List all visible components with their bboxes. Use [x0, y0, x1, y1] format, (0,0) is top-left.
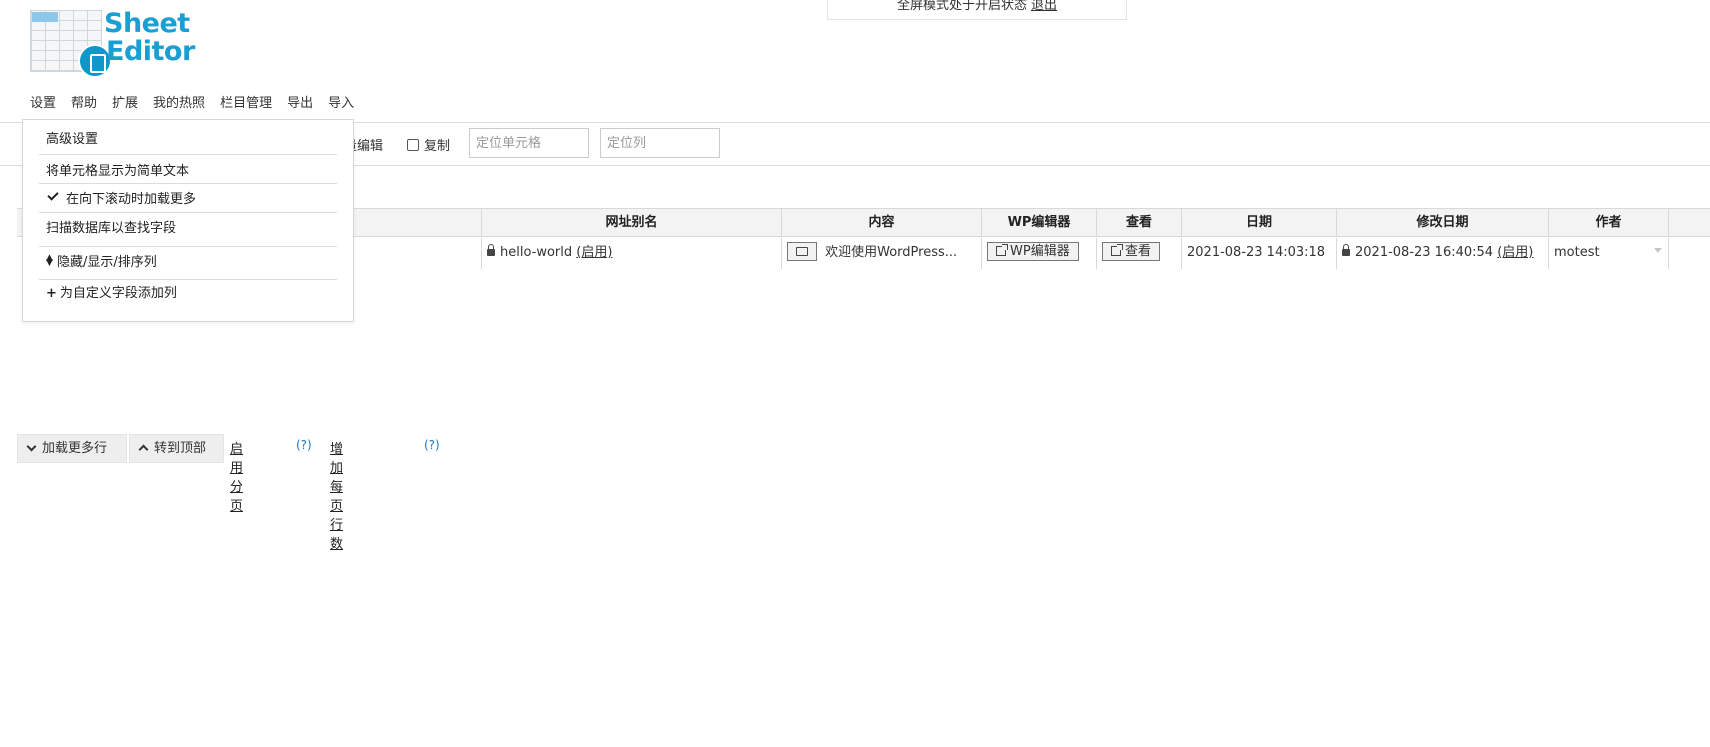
edit-icon — [796, 247, 808, 256]
content-preview: 欢迎使用WordPress... — [825, 245, 958, 260]
column-header-date[interactable]: 日期 — [1182, 209, 1337, 236]
wp-editor-button[interactable]: WP编辑器 — [987, 242, 1079, 261]
menu-extensions[interactable]: 扩展 — [112, 96, 138, 116]
menu-export[interactable]: 导出 — [287, 96, 313, 116]
dropdown-item-hide-show-sort-columns[interactable]: ▲ ▼ 隐藏/显示/排序列 — [46, 253, 336, 271]
dropdown-item-load-more-on-scroll[interactable]: 在向下滚动时加载更多 — [46, 189, 336, 208]
dropdown-item-scan-database[interactable]: 扫描数据库以查找字段 — [46, 221, 336, 237]
go-to-top-button[interactable]: 转到顶部 — [129, 434, 224, 463]
wp-editor-cell: WP编辑器 — [982, 238, 1097, 269]
menu-column-manager[interactable]: 栏目管理 — [220, 96, 272, 116]
dropdown-divider — [39, 279, 337, 280]
column-header-view[interactable]: 查看 — [1097, 209, 1182, 236]
chevron-up-icon — [138, 444, 149, 455]
lock-icon — [1342, 244, 1350, 256]
modified-enable-link[interactable]: (启用) — [1497, 245, 1533, 260]
edit-content-button[interactable] — [787, 242, 817, 261]
fullscreen-notice: 全屏模式处于开启状态 退出 — [827, 0, 1127, 20]
dropdown-item-simple-text[interactable]: 将单元格显示为简单文本 — [46, 164, 336, 180]
copy-label: 复制 — [424, 139, 451, 154]
rows-per-page-link[interactable]: 增加每页行数 — [330, 438, 343, 552]
logo-wordmark: Sheet Editor — [104, 8, 195, 67]
plus-icon: + — [46, 286, 57, 301]
load-more-rows-button[interactable]: 加载更多行 — [17, 434, 127, 463]
slug-value: hello-world — [500, 245, 573, 260]
dropdown-divider — [39, 246, 337, 247]
external-link-icon — [1111, 244, 1123, 256]
locate-column-input[interactable] — [600, 128, 720, 158]
author-value: motest — [1554, 245, 1600, 260]
settings-dropdown: 高级设置 将单元格显示为简单文本 在向下滚动时加载更多 扫描数据库以查找字段 ▲… — [22, 119, 354, 322]
view-cell: 查看 — [1097, 238, 1182, 269]
dropdown-item-add-custom-field-column[interactable]: + 为自定义字段添加列 — [46, 286, 336, 302]
chevron-down-icon — [26, 441, 37, 452]
column-header-wp-editor[interactable]: WP编辑器 — [982, 209, 1097, 236]
slug-cell[interactable]: hello-world (启用) — [482, 238, 782, 269]
column-header-modified-date[interactable]: 修改日期 — [1337, 209, 1549, 236]
enable-pagination-link[interactable]: 启用分页 — [230, 438, 243, 514]
pagination-help-icon[interactable]: (?) — [296, 438, 312, 452]
dropdown-divider — [39, 212, 337, 213]
content-cell[interactable]: 欢迎使用WordPress... — [782, 238, 982, 269]
modified-date-cell[interactable]: 2021-08-23 16:40:54 (启用) — [1337, 238, 1549, 269]
exit-fullscreen-link[interactable]: 退出 — [1031, 0, 1057, 13]
locate-cell-input[interactable] — [469, 128, 589, 158]
view-button[interactable]: 查看 — [1102, 242, 1161, 261]
dropdown-caret-icon[interactable] — [1654, 248, 1662, 253]
check-icon — [47, 189, 59, 201]
lock-icon — [487, 244, 495, 256]
column-header-slug[interactable]: 网址别名 — [482, 209, 782, 236]
author-cell[interactable]: motest — [1549, 238, 1669, 269]
menu-help[interactable]: 帮助 — [71, 96, 97, 116]
header-trailing-cell — [1669, 209, 1710, 236]
dropdown-divider — [39, 154, 337, 155]
modified-date-value: 2021-08-23 16:40:54 — [1355, 245, 1494, 260]
column-header-content[interactable]: 内容 — [782, 209, 982, 236]
dropdown-divider — [39, 183, 337, 184]
main-menubar: 设置 帮助 扩展 我的热照 栏目管理 导出 导入 — [30, 96, 369, 116]
copy-icon — [407, 139, 419, 151]
slug-enable-link[interactable]: (启用) — [576, 245, 612, 260]
dropdown-item-advanced-settings[interactable]: 高级设置 — [46, 132, 336, 148]
sheet-editor-logo: Sheet Editor — [28, 8, 208, 78]
fullscreen-status-text: 全屏模式处于开启状态 — [896, 0, 1027, 13]
external-link-icon — [996, 244, 1008, 256]
row-trailing-cell — [1669, 238, 1710, 269]
copy-button[interactable]: 复制 — [407, 135, 450, 154]
menu-my-shortcuts[interactable]: 我的热照 — [153, 96, 205, 116]
sort-icon: ▲ ▼ — [46, 253, 53, 268]
date-cell[interactable]: 2021-08-23 14:03:18 — [1182, 238, 1337, 269]
menu-import[interactable]: 导入 — [328, 96, 354, 116]
column-header-author[interactable]: 作者 — [1549, 209, 1669, 236]
rows-per-page-help-icon[interactable]: (?) — [424, 438, 440, 452]
menu-settings[interactable]: 设置 — [30, 96, 56, 116]
